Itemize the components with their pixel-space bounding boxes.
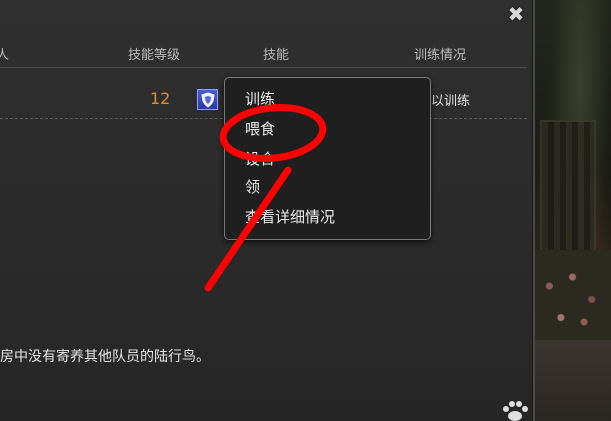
header-skill[interactable]: 技能: [263, 44, 289, 63]
header-divider: [0, 67, 527, 68]
shield-icon[interactable]: [197, 89, 218, 110]
table-header: 人 技能等级 技能 训练情况: [0, 40, 533, 64]
training-status-value: 以训练: [431, 94, 471, 109]
header-skill-level[interactable]: 技能等级: [128, 44, 180, 63]
background-scenery: [534, 0, 611, 421]
close-icon[interactable]: ✖: [503, 2, 529, 26]
header-training-status[interactable]: 训练情况: [414, 44, 466, 63]
menu-item-feed[interactable]: 喂食: [245, 118, 275, 140]
screen: ✖ 人 技能等级 技能 训练情况 12 以训练 房中没有寄养其他队员的陆行鸟。: [0, 0, 611, 421]
paw-icon: [500, 398, 530, 421]
context-menu: 训练 喂食 设合 领 查看详细情况: [224, 77, 431, 240]
scenery-stone: [534, 340, 611, 421]
no-boarded-chocobo-message: 房中没有寄养其他队员的陆行鸟。: [0, 349, 210, 365]
skill-level-value: 12: [150, 89, 171, 108]
menu-item-view-details[interactable]: 查看详细情况: [245, 206, 335, 228]
scenery-flowers: [534, 250, 611, 340]
header-partial-column: 人: [0, 48, 10, 63]
menu-item-settings[interactable]: 设合: [245, 148, 275, 170]
menu-item-train[interactable]: 训练: [245, 88, 275, 110]
menu-item-collect[interactable]: 领: [245, 176, 260, 198]
